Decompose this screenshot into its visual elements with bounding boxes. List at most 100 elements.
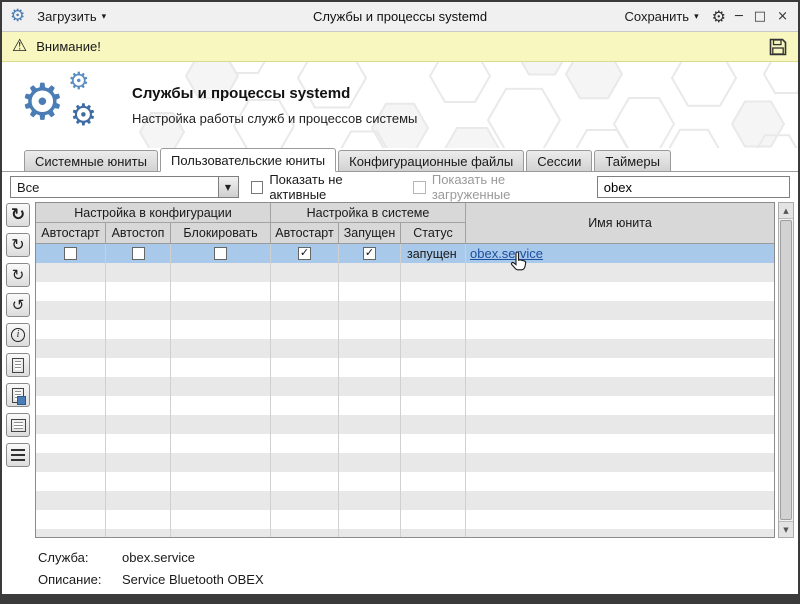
empty-cell <box>339 396 401 415</box>
show-log-button[interactable] <box>6 413 30 437</box>
save-menu-button[interactable]: Сохранить ▾ <box>618 7 704 26</box>
show-inactive-filter[interactable]: Показать не активные <box>251 172 402 202</box>
gear-icon: ⚙ <box>70 101 97 131</box>
empty-cell <box>339 282 401 301</box>
titlebar: ⚙ Загрузить ▾ Службы и процессы systemd … <box>2 2 798 32</box>
show-unloaded-checkbox <box>413 181 426 194</box>
dropdown-arrow-icon[interactable]: ▼ <box>218 177 238 197</box>
settings-gear-icon[interactable]: ⚙ <box>712 9 726 25</box>
filter-bar: Все ▼ Показать не активные Показать не з… <box>2 172 798 202</box>
system-running-checkbox[interactable]: ✓ <box>363 247 376 260</box>
page-title: Службы и процессы systemd <box>132 85 417 102</box>
scroll-up-icon[interactable]: ▲ <box>779 203 793 219</box>
empty-cell <box>36 377 106 396</box>
empty-cell <box>466 263 774 282</box>
empty-cell <box>339 415 401 434</box>
empty-cell <box>106 263 171 282</box>
config-block-checkbox[interactable] <box>214 247 227 260</box>
service-value: obex.service <box>122 547 195 569</box>
minimize-button[interactable]: ─ <box>733 10 745 23</box>
close-button[interactable]: × <box>775 10 790 23</box>
show-list-button[interactable] <box>6 443 30 467</box>
save-changes-button[interactable] <box>768 37 788 57</box>
reload-timer-button[interactable]: ↻ <box>6 233 30 257</box>
empty-cell <box>339 472 401 491</box>
empty-cell <box>36 282 106 301</box>
empty-row <box>36 301 774 320</box>
floppy-disk-icon <box>768 37 788 57</box>
unit-row-selected[interactable]: ✓ ✓ запущен obex.service <box>36 244 774 263</box>
empty-cell <box>106 453 171 472</box>
empty-cell <box>36 453 106 472</box>
load-menu-label: Загрузить <box>37 9 96 24</box>
empty-cell <box>401 472 466 491</box>
empty-cell <box>271 320 339 339</box>
table-body: ✓ ✓ запущен obex.service <box>36 244 774 538</box>
empty-cell <box>106 491 171 510</box>
edit-unit-button[interactable] <box>6 383 30 407</box>
service-label: Служба: <box>38 547 122 569</box>
config-autostop-checkbox[interactable] <box>132 247 145 260</box>
show-unloaded-filter: Показать не загруженные <box>413 172 585 202</box>
empty-cell <box>339 358 401 377</box>
description-label: Описание: <box>38 569 122 591</box>
empty-cell <box>339 263 401 282</box>
empty-cell <box>36 529 106 538</box>
system-autostart-checkbox[interactable]: ✓ <box>298 247 311 260</box>
gear-icon: ⚙ <box>68 69 90 93</box>
tab-timers[interactable]: Таймеры <box>594 150 671 171</box>
empty-row <box>36 320 774 339</box>
scrollbar-thumb[interactable] <box>780 220 792 520</box>
empty-cell <box>401 434 466 453</box>
empty-cell <box>271 434 339 453</box>
empty-cell <box>106 377 171 396</box>
empty-cell <box>171 472 271 491</box>
tab-system-units[interactable]: Системные юниты <box>24 150 158 171</box>
empty-cell <box>36 263 106 282</box>
dropdown-value: Все <box>11 180 218 195</box>
info-button[interactable]: i <box>6 323 30 347</box>
empty-cell <box>466 491 774 510</box>
empty-row <box>36 396 774 415</box>
empty-cell <box>401 529 466 538</box>
refresh-button[interactable]: ↻ <box>6 203 30 227</box>
restart-unit-button[interactable]: ↻ <box>6 263 30 287</box>
empty-row <box>36 263 774 282</box>
empty-cell <box>401 453 466 472</box>
app-gear-icon: ⚙ <box>10 8 25 25</box>
empty-cell <box>339 377 401 396</box>
empty-cell <box>106 415 171 434</box>
maximize-button[interactable]: □ <box>752 10 768 23</box>
empty-cell <box>339 510 401 529</box>
description-value: Service Bluetooth OBEX <box>122 569 264 591</box>
vertical-scrollbar[interactable]: ▲ ▼ <box>778 202 794 538</box>
column-header-unit-name: Имя юнита <box>466 203 774 243</box>
empty-cell <box>106 434 171 453</box>
empty-row <box>36 358 774 377</box>
scroll-down-icon[interactable]: ▼ <box>779 521 793 537</box>
empty-cell <box>401 415 466 434</box>
show-unit-file-button[interactable] <box>6 353 30 377</box>
tab-user-units[interactable]: Пользовательские юниты <box>160 148 336 172</box>
revert-button[interactable]: ↺ <box>6 293 30 317</box>
config-autostart-checkbox[interactable] <box>64 247 77 260</box>
load-menu-button[interactable]: Загрузить ▾ <box>31 7 112 26</box>
empty-cell <box>339 453 401 472</box>
tab-sessions[interactable]: Сессии <box>526 150 592 171</box>
show-inactive-checkbox[interactable] <box>251 181 264 194</box>
empty-cell <box>171 491 271 510</box>
app-header: ⚙ ⚙ ⚙ Службы и процессы systemd Настройк… <box>2 62 798 148</box>
side-toolbar: ↻ ↻ ↻ ↺ i <box>6 202 32 538</box>
search-input[interactable] <box>597 176 790 198</box>
empty-cell <box>106 529 171 538</box>
unit-name-link[interactable]: obex.service <box>470 246 543 261</box>
unit-filter-dropdown[interactable]: Все ▼ <box>10 176 239 198</box>
empty-cell <box>401 282 466 301</box>
empty-cell <box>466 320 774 339</box>
empty-cell <box>171 339 271 358</box>
reload-clock-icon: ↻ <box>11 237 24 253</box>
info-icon: i <box>11 328 25 342</box>
column-header-autostart-system: Автостарт <box>271 223 339 243</box>
tab-config-files[interactable]: Конфигурационные файлы <box>338 150 524 171</box>
empty-cell <box>106 301 171 320</box>
